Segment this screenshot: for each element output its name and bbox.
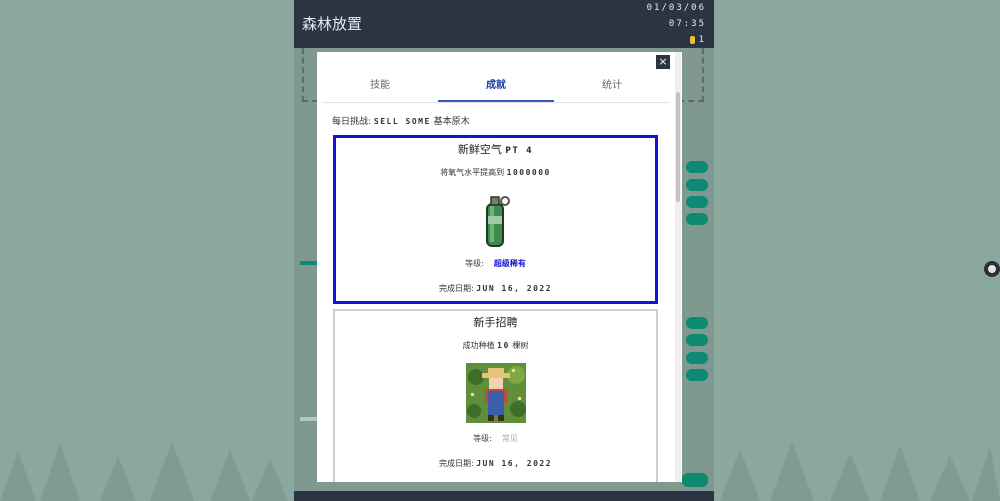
oxygen-tank-icon (485, 196, 510, 247)
side-action-button[interactable] (686, 334, 708, 346)
tab-stats[interactable]: 统计 (554, 72, 670, 102)
side-action-button[interactable] (686, 352, 708, 364)
app-title: 森林放置 (302, 15, 363, 33)
progress-slider[interactable] (300, 417, 318, 421)
achievement-title: 新手招聘 (473, 316, 518, 329)
challenge-label: 每日挑战: (332, 117, 372, 127)
coin-icon (689, 35, 695, 44)
modal-tabs: 技能 成就 统计 (322, 72, 670, 103)
side-action-button[interactable] (686, 317, 708, 329)
daily-challenge: 每日挑战: SELL SOME 基本原木 (332, 114, 470, 127)
achievement-description: 将氧气水平提高到 1000000 (440, 168, 551, 177)
bottom-nav (294, 491, 714, 501)
achievement-title: 新鲜空气 PT 4 (457, 143, 534, 156)
side-action-button[interactable] (686, 161, 708, 173)
farmer-portrait-icon (465, 363, 526, 423)
rarity-value: 超级稀有 (493, 259, 526, 268)
side-action-button[interactable] (686, 196, 708, 208)
achievements-modal: × 技能 成就 统计 每日挑战: SELL SOME 基本原木 新鲜空气 PT … (317, 52, 682, 482)
github-icon[interactable] (984, 261, 1000, 277)
scrollbar-thumb[interactable] (676, 92, 680, 202)
rarity-row: 等级: 超级稀有 (465, 259, 526, 268)
tab-achievements[interactable]: 成就 (438, 72, 554, 102)
challenge-action: SELL SOME (373, 117, 431, 126)
close-button[interactable]: × (656, 55, 670, 69)
rarity-row: 等级: 常见 (473, 434, 518, 443)
achievement-card: 新鲜空气 PT 4 将氧气水平提高到 1000000 等级: 超级稀有 完成日期:… (333, 135, 658, 304)
tab-skills[interactable]: 技能 (322, 72, 438, 102)
app-header: 森林放置 01/03/06 07:35 1 (294, 0, 714, 48)
game-date: 01/03/06 (646, 3, 706, 13)
challenge-target: 基本原木 (433, 117, 470, 127)
coin-counter: 1 (689, 35, 706, 45)
side-action-button[interactable] (686, 179, 708, 191)
footer-action-button[interactable] (682, 473, 708, 487)
side-action-button[interactable] (686, 213, 708, 225)
footer-button-label: + 9 02/9 (573, 474, 615, 482)
modal-scrollbar[interactable] (675, 52, 681, 482)
coin-count: 1 (698, 35, 706, 45)
achievement-description: 成功种植 10 棵树 (462, 341, 529, 350)
side-action-button[interactable] (686, 369, 708, 381)
completion-date-row: 完成日期: JUN 16, 2022 (438, 459, 553, 468)
game-time: 07:35 (668, 19, 706, 29)
achievement-card: 新手招聘 成功种植 10 棵树 等级: 常见 完成日期: JUN 16, 2022 (333, 309, 658, 482)
completion-date-row: 完成日期: JUN 16, 2022 (438, 284, 553, 293)
rarity-value: 常见 (501, 434, 518, 443)
